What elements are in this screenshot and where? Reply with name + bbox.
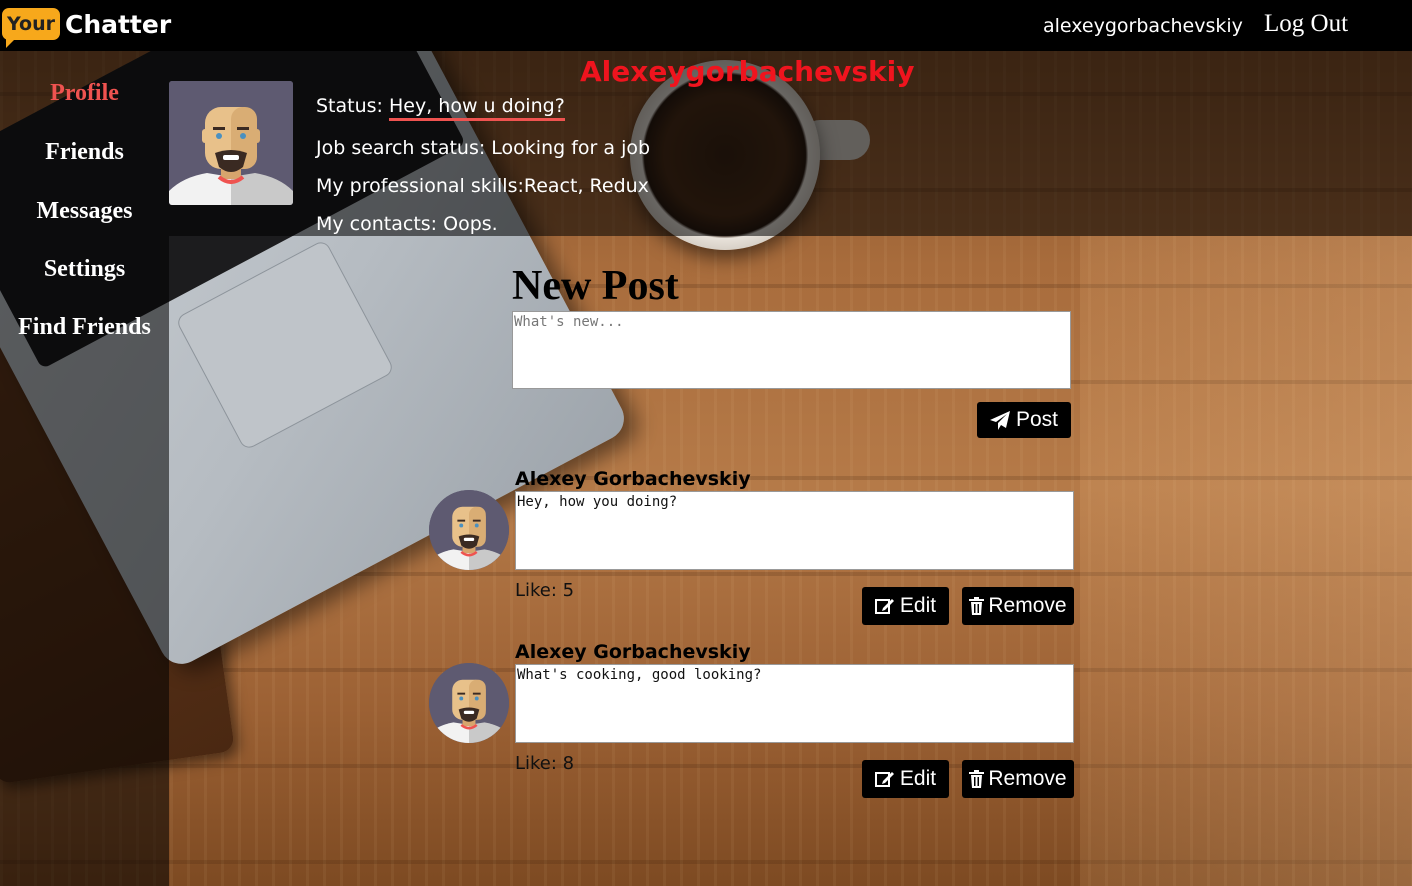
post-text[interactable]: What's cooking, good looking?	[515, 664, 1074, 743]
edit-button-label: Edit	[899, 594, 937, 617]
edit-button[interactable]: Edit	[862, 587, 949, 625]
post-author: Alexey Gorbachevskiy	[515, 641, 751, 663]
edit-button[interactable]: Edit	[862, 760, 949, 798]
post-button-label: Post	[1015, 408, 1059, 431]
remove-button[interactable]: Remove	[962, 760, 1074, 798]
status-value[interactable]: Hey, how u doing?	[389, 95, 565, 121]
app-logo[interactable]: Your Chatter	[2, 4, 172, 48]
edit-icon	[874, 597, 895, 615]
contacts: My contacts: Oops.	[316, 213, 498, 235]
header-username: alexeygorbachevskiy	[1043, 15, 1243, 37]
professional-skills: My professional skills:React, Redux	[316, 175, 649, 197]
avatar-illustration	[429, 490, 509, 570]
header-bar: Your Chatter alexeygorbachevskiy Log Out	[0, 0, 1412, 51]
sidebar-item-settings[interactable]: Settings	[0, 256, 169, 283]
sidebar-item-find-friends[interactable]: Find Friends	[0, 314, 169, 341]
avatar-illustration	[169, 81, 293, 205]
edit-button-label: Edit	[899, 767, 937, 790]
trash-icon	[969, 770, 985, 788]
job-search-status: Job search status: Looking for a job	[316, 137, 651, 159]
edit-icon	[874, 770, 895, 788]
new-post-title: New Post	[512, 263, 679, 309]
post-likes: Like: 5	[515, 580, 575, 601]
background-light	[1080, 236, 1412, 886]
logo-badge: Your	[2, 8, 60, 48]
remove-button-label: Remove	[988, 767, 1067, 790]
sidebar-item-messages[interactable]: Messages	[0, 198, 169, 225]
post-author: Alexey Gorbachevskiy	[515, 468, 751, 490]
new-post-input[interactable]	[512, 311, 1071, 389]
trash-icon	[969, 597, 985, 615]
profile-name: Alexeygorbachevskiy	[580, 55, 915, 88]
sidebar-overlay	[0, 51, 169, 886]
post-likes: Like: 8	[515, 753, 575, 774]
profile-avatar	[169, 81, 293, 205]
post-avatar	[429, 490, 509, 570]
logo-text: Chatter	[64, 9, 172, 39]
post-avatar	[429, 663, 509, 743]
remove-button[interactable]: Remove	[962, 587, 1074, 625]
sidebar-item-friends[interactable]: Friends	[0, 139, 169, 166]
remove-button-label: Remove	[988, 594, 1067, 617]
logout-button[interactable]: Log Out	[1264, 10, 1348, 38]
sidebar-item-profile[interactable]: Profile	[0, 80, 169, 107]
status-label: Status:	[316, 95, 383, 117]
paper-plane-icon	[989, 410, 1011, 430]
avatar-illustration	[429, 663, 509, 743]
post-button[interactable]: Post	[977, 402, 1071, 438]
profile-status: Status: Hey, how u doing?	[316, 95, 565, 121]
post-text[interactable]: Hey, how you doing?	[515, 491, 1074, 570]
